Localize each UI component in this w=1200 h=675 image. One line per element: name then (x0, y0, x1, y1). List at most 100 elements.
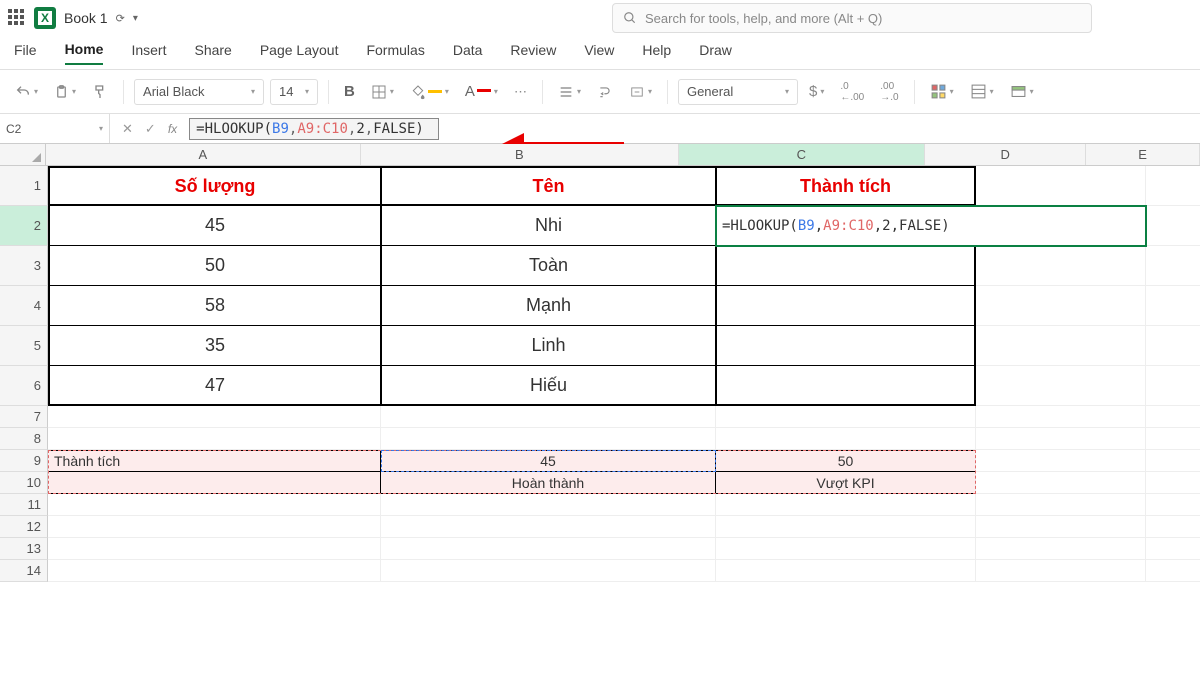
increase-decimal-button[interactable]: .0←.00 (835, 78, 869, 106)
cell-C6[interactable] (716, 366, 976, 406)
format-painter-button[interactable] (87, 81, 113, 103)
row-header-12[interactable]: 12 (0, 516, 48, 538)
name-box[interactable]: C2▾ (0, 114, 110, 143)
cell-D5[interactable] (976, 326, 1146, 366)
cell-D13[interactable] (976, 538, 1146, 560)
col-header-B[interactable]: B (361, 144, 679, 165)
col-header-E[interactable]: E (1086, 144, 1200, 165)
cell-E6[interactable] (1146, 366, 1200, 406)
file-name[interactable]: Book 1 (64, 10, 108, 26)
paste-button[interactable]: ▾ (49, 81, 81, 103)
cell-D6[interactable] (976, 366, 1146, 406)
borders-button[interactable]: ▾ (366, 81, 399, 103)
cell-D14[interactable] (976, 560, 1146, 582)
cell-D8[interactable] (976, 428, 1146, 450)
number-format-select[interactable]: General▾ (678, 79, 798, 105)
bold-button[interactable]: B (339, 80, 360, 103)
cell-E1[interactable] (1146, 166, 1200, 206)
filename-dropdown-icon[interactable]: ▾ (133, 13, 138, 24)
cell-B10[interactable]: Hoàn thành (381, 472, 716, 494)
cell-E4[interactable] (1146, 286, 1200, 326)
cell-E14[interactable] (1146, 560, 1200, 582)
cell-C5[interactable] (716, 326, 976, 366)
cancel-formula-icon[interactable]: ✕ (122, 121, 133, 137)
align-button[interactable]: ▾ (553, 81, 586, 103)
cell-D4[interactable] (976, 286, 1146, 326)
cell-A2[interactable]: 45 (48, 206, 381, 246)
cell-styles-button[interactable]: ▾ (1005, 80, 1039, 103)
cell-C9[interactable]: 50 (716, 450, 976, 472)
row-header-6[interactable]: 6 (0, 366, 48, 406)
menu-tab-formulas[interactable]: Formulas (366, 42, 424, 64)
row-header-9[interactable]: 9 (0, 450, 48, 472)
cell-C2-editing[interactable]: =HLOOKUP(B9,A9:C10,2,FALSE) (716, 206, 1146, 246)
cell-B14[interactable] (381, 560, 716, 582)
cell-E5[interactable] (1146, 326, 1200, 366)
cell-B12[interactable] (381, 516, 716, 538)
cell-B7[interactable] (381, 406, 716, 428)
conditional-format-button[interactable]: ▾ (925, 80, 959, 103)
menu-tab-help[interactable]: Help (642, 42, 671, 64)
cell-C11[interactable] (716, 494, 976, 516)
cell-A3[interactable]: 50 (48, 246, 381, 286)
cell-C12[interactable] (716, 516, 976, 538)
cell-A9[interactable]: Thành tích (48, 450, 381, 472)
fill-color-button[interactable]: ▾ (405, 81, 454, 103)
menu-tab-file[interactable]: File (14, 42, 37, 64)
cell-B8[interactable] (381, 428, 716, 450)
cell-E11[interactable] (1146, 494, 1200, 516)
row-header-13[interactable]: 13 (0, 538, 48, 560)
cell-A4[interactable]: 58 (48, 286, 381, 326)
search-input[interactable]: Search for tools, help, and more (Alt + … (612, 3, 1092, 33)
menu-tab-data[interactable]: Data (453, 42, 483, 64)
cell-D7[interactable] (976, 406, 1146, 428)
formula-input[interactable]: =HLOOKUP(B9,A9:C10,2,FALSE) (189, 118, 439, 140)
cell-B2[interactable]: Nhi (381, 206, 716, 246)
menu-tab-page-layout[interactable]: Page Layout (260, 42, 339, 64)
cell-A14[interactable] (48, 560, 381, 582)
sync-status-icon[interactable]: ⟳ (116, 12, 125, 25)
app-launcher-icon[interactable] (8, 9, 26, 27)
cell-C8[interactable] (716, 428, 976, 450)
cell-B3[interactable]: Toàn (381, 246, 716, 286)
cell-A12[interactable] (48, 516, 381, 538)
cell-C13[interactable] (716, 538, 976, 560)
cell-D9[interactable] (976, 450, 1146, 472)
undo-button[interactable]: ▾ (10, 81, 43, 103)
accept-formula-icon[interactable]: ✓ (145, 121, 156, 137)
cell-A7[interactable] (48, 406, 381, 428)
menu-tab-review[interactable]: Review (510, 42, 556, 64)
cell-E12[interactable] (1146, 516, 1200, 538)
cell-A5[interactable]: 35 (48, 326, 381, 366)
select-all-corner[interactable] (0, 144, 46, 165)
cell-A6[interactable]: 47 (48, 366, 381, 406)
row-header-11[interactable]: 11 (0, 494, 48, 516)
cell-B9[interactable]: 45 (381, 450, 716, 472)
cell-B1[interactable]: Tên (381, 166, 716, 206)
col-header-D[interactable]: D (925, 144, 1086, 165)
cell-C4[interactable] (716, 286, 976, 326)
format-table-button[interactable]: ▾ (965, 80, 999, 103)
merge-button[interactable]: ▾ (624, 82, 657, 102)
font-family-select[interactable]: Arial Black▾ (134, 79, 264, 105)
menu-tab-share[interactable]: Share (194, 42, 231, 64)
decrease-decimal-button[interactable]: .00→.0 (875, 78, 903, 106)
cell-A8[interactable] (48, 428, 381, 450)
spreadsheet-grid[interactable]: ABCDE 1234567891011121314 Số lượngTênThà… (0, 144, 1200, 675)
cell-C3[interactable] (716, 246, 976, 286)
row-header-4[interactable]: 4 (0, 286, 48, 326)
menu-tab-home[interactable]: Home (65, 41, 104, 65)
currency-button[interactable]: $▾ (804, 80, 829, 103)
cell-B13[interactable] (381, 538, 716, 560)
cell-B11[interactable] (381, 494, 716, 516)
cell-D3[interactable] (976, 246, 1146, 286)
cell-E13[interactable] (1146, 538, 1200, 560)
cell-E2[interactable] (1146, 206, 1200, 246)
col-header-C[interactable]: C (679, 144, 925, 165)
cell-C14[interactable] (716, 560, 976, 582)
cell-C7[interactable] (716, 406, 976, 428)
cell-B5[interactable]: Linh (381, 326, 716, 366)
cell-D1[interactable] (976, 166, 1146, 206)
cell-E8[interactable] (1146, 428, 1200, 450)
cell-E9[interactable] (1146, 450, 1200, 472)
